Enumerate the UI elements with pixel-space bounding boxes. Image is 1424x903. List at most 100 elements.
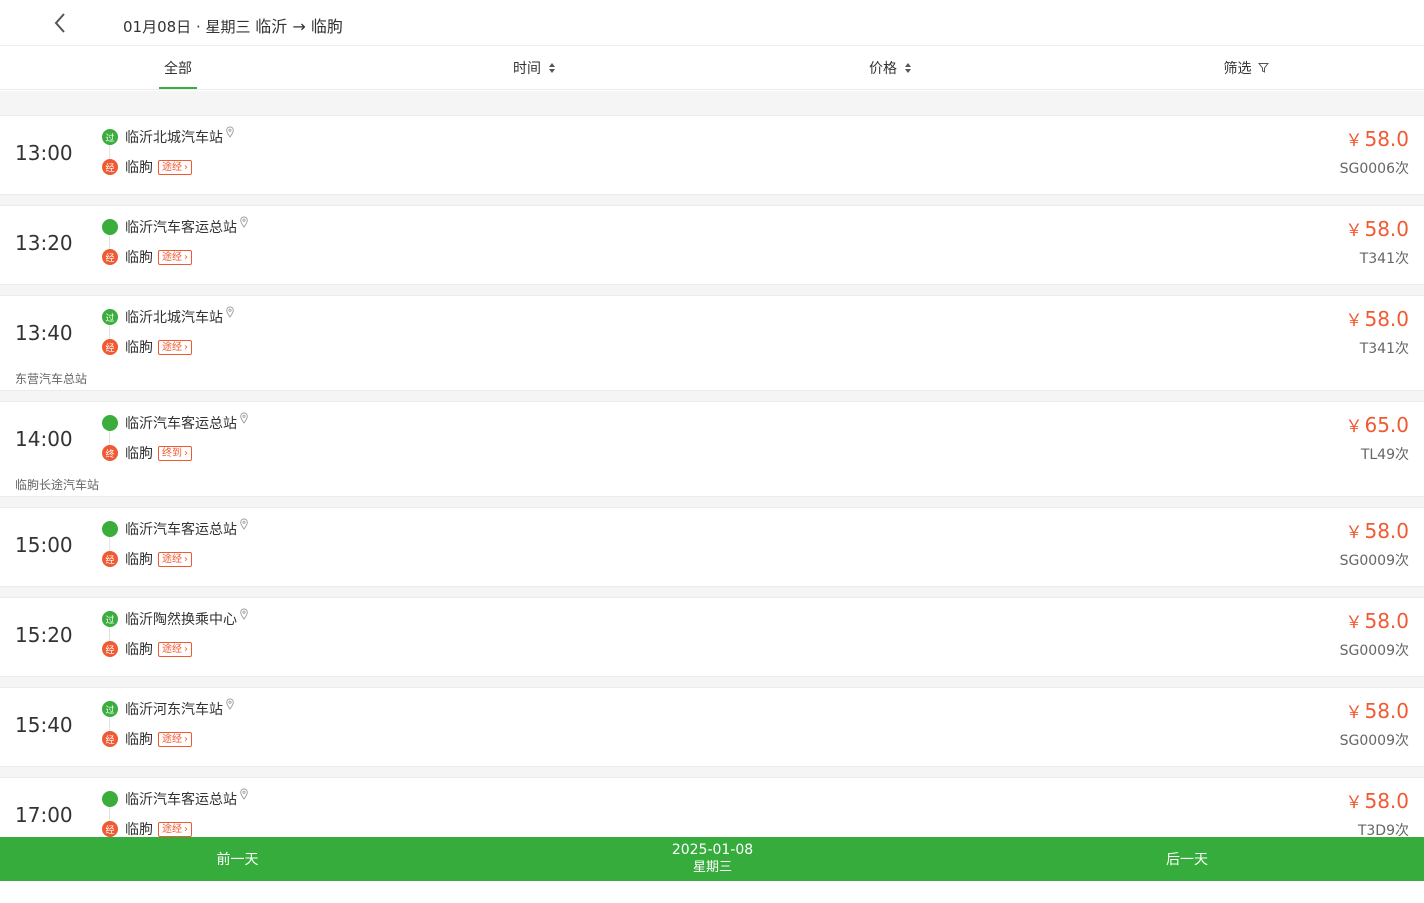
ticket-price: ￥ 58.0 bbox=[1345, 216, 1409, 241]
departure-time: 17:00 bbox=[15, 803, 73, 827]
origin-station: 临沂汽车客运总站 bbox=[102, 518, 248, 539]
location-pin-icon[interactable] bbox=[240, 515, 248, 534]
location-pin-icon[interactable] bbox=[226, 303, 234, 322]
departure-time: 15:40 bbox=[15, 713, 73, 737]
stop-type-label: 途经 bbox=[162, 823, 182, 835]
stop-type-tag[interactable]: 终到 › bbox=[158, 445, 192, 461]
trip-code: SG0006次 bbox=[1339, 161, 1409, 177]
via-badge-icon: 经 bbox=[102, 339, 118, 355]
destination-station: 经临朐 途经 › bbox=[102, 247, 192, 267]
ticket-price: ￥ 58.0 bbox=[1345, 698, 1409, 723]
prev-day-button[interactable]: 前一天 bbox=[0, 837, 475, 881]
stop-type-label: 终到 bbox=[162, 447, 182, 459]
tab-time[interactable]: 时间 bbox=[356, 46, 712, 89]
location-pin-icon[interactable] bbox=[240, 409, 248, 428]
departure-time: 15:00 bbox=[15, 533, 73, 557]
price-value: 58.0 bbox=[1364, 699, 1409, 723]
location-pin-icon[interactable] bbox=[226, 123, 234, 142]
stop-type-label: 途经 bbox=[162, 161, 182, 173]
location-pin-icon[interactable] bbox=[240, 785, 248, 804]
destination-name: 临朐 bbox=[125, 732, 153, 748]
location-pin-icon[interactable] bbox=[240, 605, 248, 624]
stop-type-tag[interactable]: 途经 › bbox=[158, 249, 192, 265]
departure-time: 14:00 bbox=[15, 427, 73, 451]
origin-station: 临沂汽车客运总站 bbox=[102, 788, 248, 809]
stop-type-tag[interactable]: 途经 › bbox=[158, 551, 192, 567]
price-value: 58.0 bbox=[1364, 127, 1409, 151]
currency-symbol: ￥ bbox=[1345, 131, 1363, 151]
ticket-price: ￥ 58.0 bbox=[1345, 518, 1409, 543]
stop-type-label: 途经 bbox=[162, 251, 182, 263]
trip-row[interactable]: 14:00 临朐长途汽车站 临沂汽车客运总站终临朐 终到 › ￥ 65.0 TL49次 bbox=[0, 401, 1424, 497]
destination-name: 临朐 bbox=[125, 822, 153, 837]
destination-name: 临朐 bbox=[125, 250, 153, 266]
price-value: 65.0 bbox=[1364, 413, 1409, 437]
tab-filter[interactable]: 筛选 bbox=[1068, 46, 1424, 89]
departure-time: 15:20 bbox=[15, 623, 73, 647]
next-day-button[interactable]: 后一天 bbox=[950, 837, 1424, 881]
tab-all[interactable]: 全部 bbox=[0, 46, 356, 89]
currency-symbol: ￥ bbox=[1345, 523, 1363, 543]
destination-name: 临朐 bbox=[125, 642, 153, 658]
origin-dot-icon bbox=[102, 791, 118, 807]
destination-station: 经临朐 途经 › bbox=[102, 549, 192, 569]
date-label: 01月08日 · 星期三 bbox=[123, 18, 251, 36]
destination-station: 经临朐 途经 › bbox=[102, 639, 192, 659]
destination-name: 临朐 bbox=[125, 446, 153, 462]
trip-row[interactable]: 13:00 过临沂北城汽车站经临朐 途经 › ￥ 58.0 SG0006次 bbox=[0, 115, 1424, 195]
destination-name: 临朐 bbox=[125, 160, 153, 176]
trip-code: SG0009次 bbox=[1339, 643, 1409, 659]
trip-row[interactable]: 15:20 过临沂陶然换乘中心经临朐 途经 › ￥ 58.0 SG0009次 bbox=[0, 597, 1424, 677]
via-badge-icon: 经 bbox=[102, 551, 118, 567]
stop-type-tag[interactable]: 途经 › bbox=[158, 339, 192, 355]
tab-price[interactable]: 价格 bbox=[712, 46, 1068, 89]
sort-icon bbox=[549, 62, 555, 73]
trip-code: TL49次 bbox=[1360, 447, 1409, 463]
current-date[interactable]: 2025-01-08 星期三 bbox=[475, 841, 950, 877]
currency-symbol: ￥ bbox=[1345, 221, 1363, 241]
chevron-right-icon: › bbox=[184, 447, 188, 459]
trip-code: SG0009次 bbox=[1339, 733, 1409, 749]
chevron-right-icon: › bbox=[184, 823, 188, 835]
trip-list: 13:00 过临沂北城汽车站经临朐 途经 › ￥ 58.0 SG0006次 13:20 临沂汽车… bbox=[0, 91, 1424, 837]
tab-time-label: 时间 bbox=[513, 60, 541, 77]
filter-icon bbox=[1257, 63, 1269, 73]
via-badge-icon: 经 bbox=[102, 249, 118, 265]
back-button[interactable] bbox=[46, 9, 74, 37]
via-badge-icon: 经 bbox=[102, 159, 118, 175]
stop-type-label: 途经 bbox=[162, 643, 182, 655]
pass-badge-icon: 过 bbox=[102, 129, 118, 145]
stop-type-tag[interactable]: 途经 › bbox=[158, 641, 192, 657]
stop-type-tag[interactable]: 途经 › bbox=[158, 731, 192, 747]
stop-type-label: 途经 bbox=[162, 553, 182, 565]
location-pin-icon[interactable] bbox=[226, 695, 234, 714]
origin-name: 临沂北城汽车站 bbox=[125, 130, 223, 146]
tab-all-label: 全部 bbox=[164, 60, 192, 77]
ticket-price: ￥ 58.0 bbox=[1345, 788, 1409, 813]
trip-row[interactable]: 13:20 临沂汽车客运总站经临朐 途经 › ￥ 58.0 T341次 bbox=[0, 205, 1424, 285]
origin-station: 临沂汽车客运总站 bbox=[102, 412, 248, 433]
location-pin-icon[interactable] bbox=[240, 213, 248, 232]
pass-badge-icon: 过 bbox=[102, 701, 118, 717]
trip-row[interactable]: 15:00 临沂汽车客运总站经临朐 途经 › ￥ 58.0 SG0009次 bbox=[0, 507, 1424, 587]
destination-name: 临朐 bbox=[125, 340, 153, 356]
trip-code: SG0009次 bbox=[1339, 553, 1409, 569]
stop-type-tag[interactable]: 途经 › bbox=[158, 821, 192, 837]
route-label: 临沂 → 临朐 bbox=[255, 17, 343, 36]
stop-type-tag[interactable]: 途经 › bbox=[158, 159, 192, 175]
price-value: 58.0 bbox=[1364, 789, 1409, 813]
tab-filter-label: 筛选 bbox=[1223, 60, 1252, 77]
current-weekday: 星期三 bbox=[692, 860, 732, 875]
trip-row[interactable]: 13:40 东营汽车总站 过临沂北城汽车站经临朐 途经 › ￥ 58.0 T341次 bbox=[0, 295, 1424, 391]
origin-dot-icon bbox=[102, 521, 118, 537]
departure-time: 13:20 bbox=[15, 231, 73, 255]
stop-type-label: 途经 bbox=[162, 341, 182, 353]
trip-row[interactable]: 15:40 过临沂河东汽车站经临朐 途经 › ￥ 58.0 SG0009次 bbox=[0, 687, 1424, 767]
price-value: 58.0 bbox=[1364, 307, 1409, 331]
sort-icon bbox=[905, 62, 911, 73]
trip-row[interactable]: 17:00 临沂汽车客运总站经临朐 途经 › ￥ 58.0 T3D9次 bbox=[0, 777, 1424, 837]
chevron-right-icon: › bbox=[184, 161, 188, 173]
destination-station: 经临朐 途经 › bbox=[102, 729, 192, 749]
departure-time: 13:00 bbox=[15, 141, 73, 165]
ticket-price: ￥ 58.0 bbox=[1345, 306, 1409, 331]
